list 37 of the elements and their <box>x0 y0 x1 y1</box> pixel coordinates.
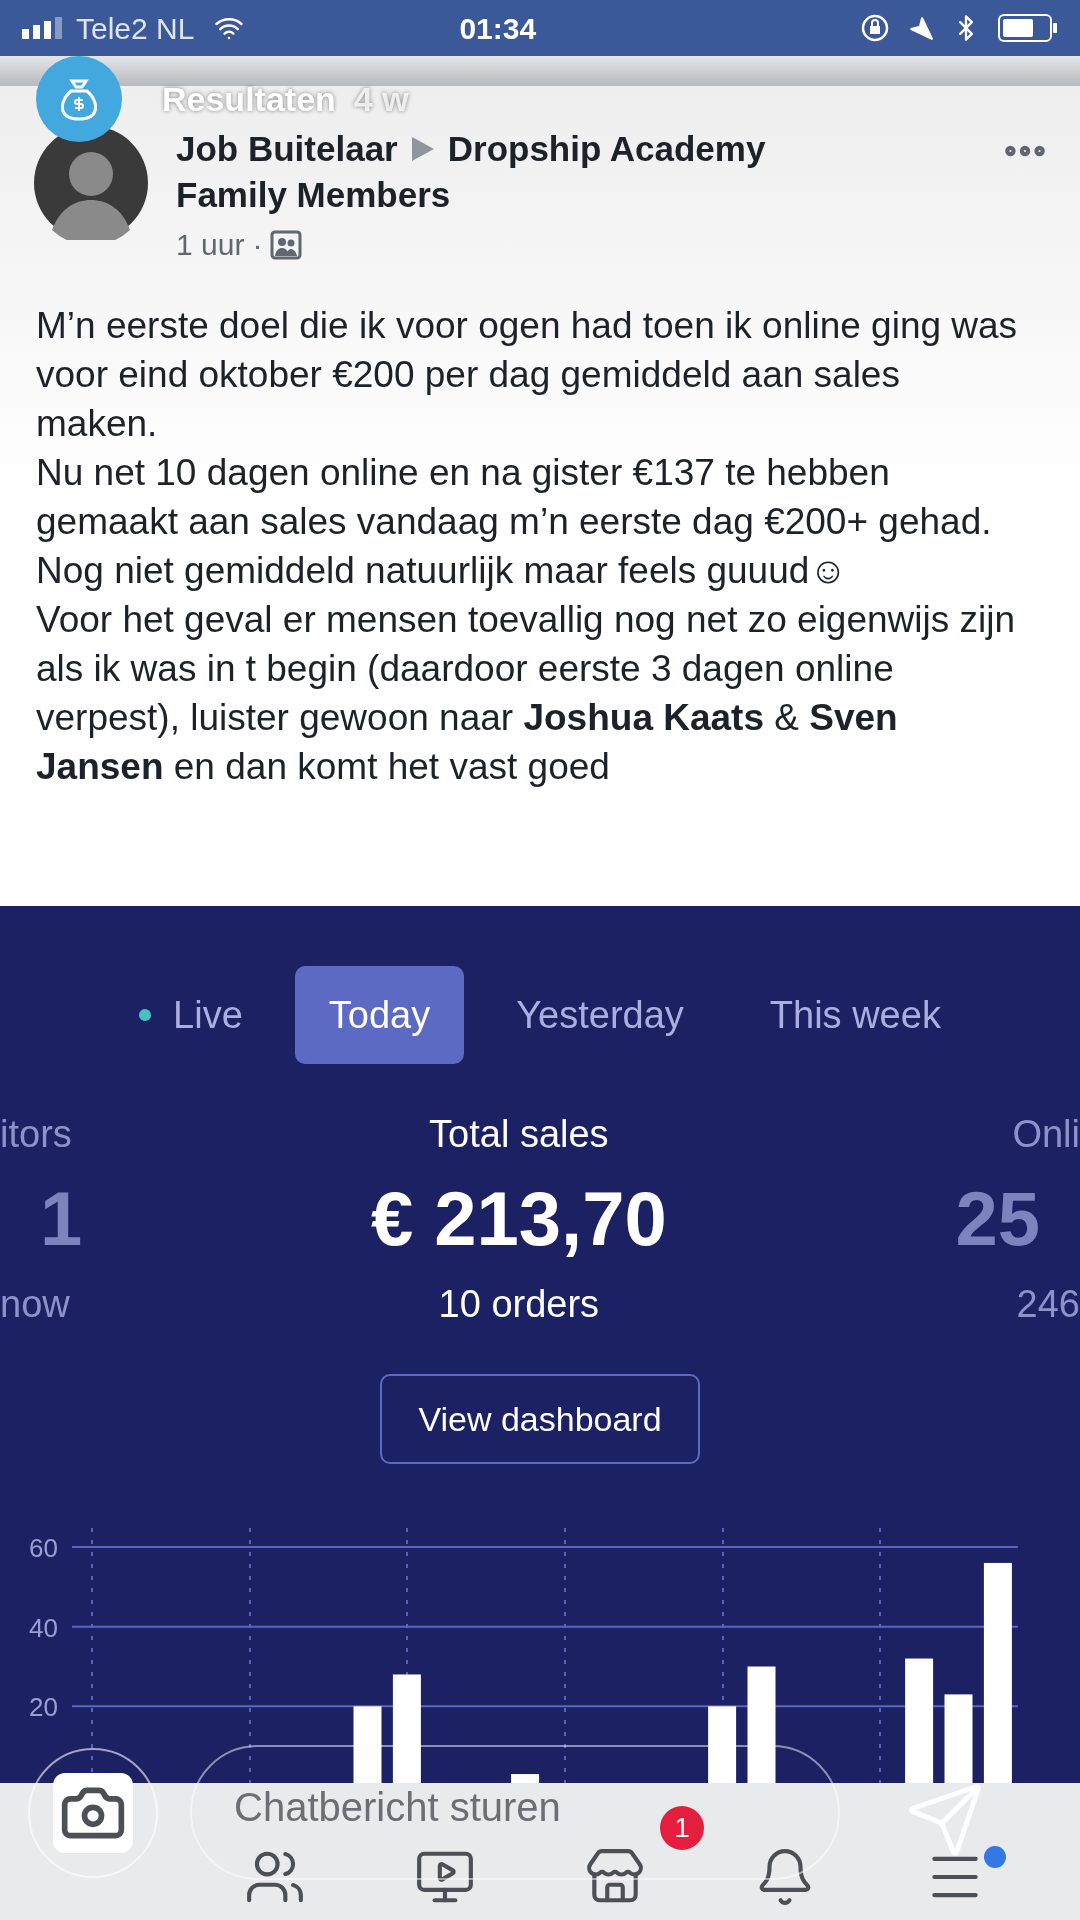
period-tab[interactable]: Live <box>105 966 277 1064</box>
post-time: 1 uur <box>176 227 245 263</box>
stat-value: € 213,70 <box>370 1175 667 1263</box>
group-icon <box>270 229 303 260</box>
stat-label: Onli <box>1012 1112 1080 1157</box>
arrow-icon <box>411 137 434 161</box>
axis-label: 40 <box>29 1612 58 1643</box>
stat-label: itors <box>0 1112 72 1157</box>
group-name[interactable]: Family Members <box>176 172 1000 218</box>
period-tab[interactable]: This week <box>735 966 975 1064</box>
story-title: Resultaten <box>162 78 336 120</box>
view-dashboard-button[interactable]: View dashboard <box>380 1374 700 1464</box>
period-tab[interactable]: Today <box>294 966 465 1064</box>
notification-badge: 1 <box>660 1806 704 1850</box>
clock-time: 01:34 <box>459 10 537 47</box>
story-age: 4 w <box>353 78 409 120</box>
camera-icon <box>53 1773 133 1853</box>
axis-label: 60 <box>29 1533 58 1563</box>
group-name[interactable]: Dropship Academy <box>447 126 766 172</box>
camera-button[interactable] <box>28 1748 158 1878</box>
battery-icon <box>998 14 1058 42</box>
post-paragraph: Nu net 10 dagen online en na gister €137 te hebben gemaakt aan sales vandaag m’n eerste dag €200+ gehad. Nog niet gemiddeld natuurlijk maar feels guuud☺ <box>36 451 993 593</box>
rotation-lock-icon <box>860 13 890 43</box>
location-icon <box>908 15 934 41</box>
separator: · <box>252 227 263 263</box>
stat-note: now <box>0 1282 70 1327</box>
stat-note: 246 <box>1016 1282 1080 1327</box>
post-paragraph: Voor het geval er mensen toevallig nog net zo eigenwijs zijn als ik was in t begin (daardoor eerste 3 dagen online verpest), luister gewoon naar Joshua Kaats & Sven Jansen en dan komt het vast goed <box>36 598 1017 789</box>
post-paragraph: M’n eerste doel die ik voor ogen had toen ik online ging was voor eind oktober €200 per dag gemiddeld aan sales maken. <box>36 304 1019 446</box>
stat-label: Total sales <box>429 1112 609 1157</box>
stat-note: 10 orders <box>438 1282 600 1327</box>
period-tab[interactable]: Yesterday <box>482 966 718 1064</box>
axis-label: 20 <box>29 1692 58 1723</box>
stat-value: 25 <box>954 1175 1041 1263</box>
stat-value: 1 <box>39 1175 84 1263</box>
author-name[interactable]: Job Buitelaar <box>176 126 398 172</box>
carrier-name: Tele2 NL <box>76 10 195 47</box>
